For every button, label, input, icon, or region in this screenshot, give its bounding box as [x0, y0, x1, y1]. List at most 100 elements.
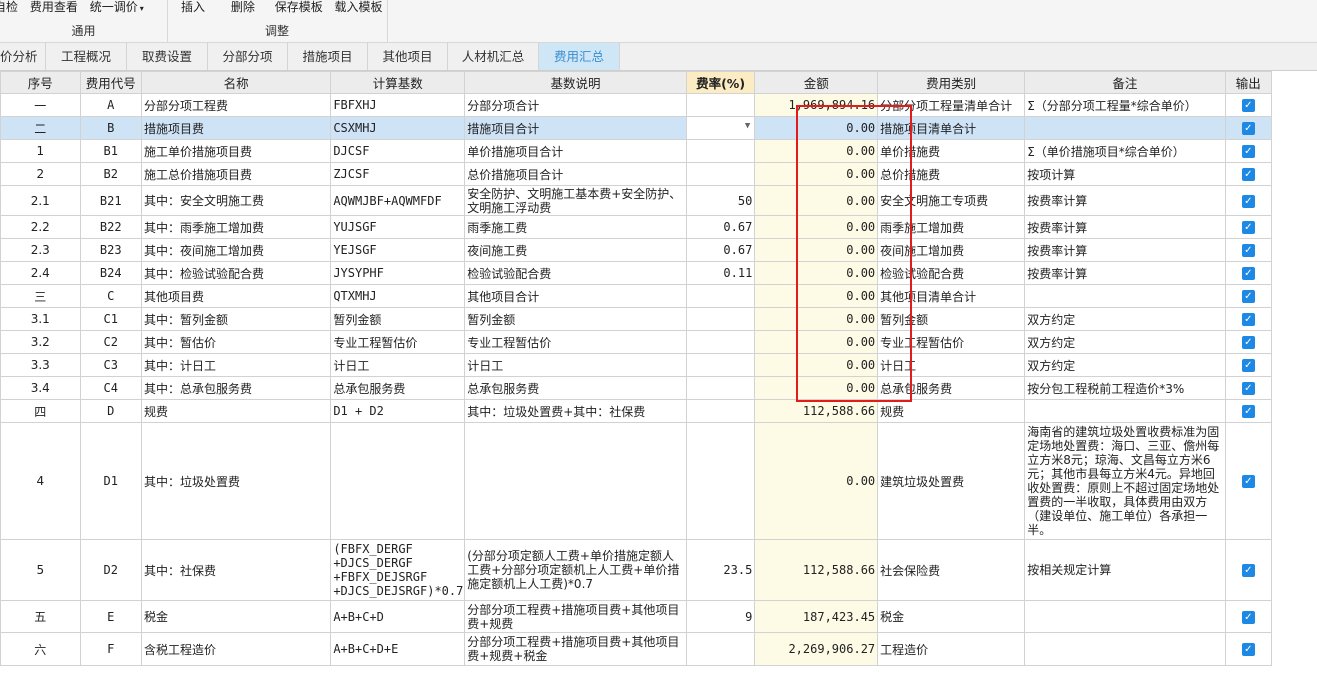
row-name-cell[interactable]: 其中：暂估价	[140, 330, 332, 354]
row-seq-cell[interactable]: 3.3	[0, 353, 81, 377]
checkbox-checked-icon[interactable]: ✓	[1241, 382, 1255, 395]
row-base-cell[interactable]: 总承包服务费	[330, 376, 466, 400]
row-rate-cell[interactable]: 0.67	[685, 238, 756, 262]
row-category-cell[interactable]: 措施项目清单合计	[877, 116, 1026, 140]
tab-other-items[interactable]: 其他项目	[368, 43, 448, 70]
row-desc-cell[interactable]: 其他项目合计	[464, 284, 687, 308]
unified-price-adjust-button[interactable]: 统一调价 ▾	[90, 0, 144, 15]
row-base-cell[interactable]: 计日工	[330, 353, 466, 377]
row-name-cell[interactable]: 其中：计日工	[140, 353, 332, 377]
tab-fee-summary[interactable]: 费用汇总	[539, 43, 620, 70]
row-rate-cell[interactable]: 23.5	[685, 539, 756, 601]
row-desc-cell[interactable]: 计日工	[464, 353, 687, 377]
row-note-cell[interactable]: 按分包工程税前工程造价*3%	[1024, 376, 1226, 400]
row-code-cell[interactable]: E	[79, 600, 142, 633]
row-seq-cell[interactable]: 五	[0, 600, 81, 633]
row-code-cell[interactable]: D2	[79, 539, 142, 601]
row-desc-cell[interactable]: 夜间施工费	[464, 238, 687, 262]
row-seq-cell[interactable]: 二	[0, 116, 81, 140]
column-header-seq[interactable]: 序号	[0, 71, 81, 94]
row-name-cell[interactable]: 含税工程造价	[140, 632, 332, 666]
checkbox-checked-icon[interactable]: ✓	[1241, 336, 1255, 349]
dropdown-arrow-icon[interactable]: ▼	[745, 121, 750, 131]
row-code-cell[interactable]: B24	[79, 261, 142, 285]
row-name-cell[interactable]: 税金	[140, 600, 332, 633]
row-base-cell[interactable]: FBFXHJ	[330, 93, 466, 117]
row-amount-cell[interactable]: 0.00	[754, 116, 879, 140]
row-note-cell[interactable]: 按费率计算	[1024, 215, 1226, 239]
column-header-base[interactable]: 计算基数	[330, 71, 466, 94]
column-header-rate[interactable]: 费率(%)	[685, 71, 756, 94]
tab-fee-settings[interactable]: 取费设置	[127, 43, 208, 70]
row-code-cell[interactable]: D	[79, 399, 142, 423]
checkbox-checked-icon[interactable]: ✓	[1241, 610, 1255, 624]
row-name-cell[interactable]: 其中：总承包服务费	[140, 376, 332, 400]
row-amount-cell[interactable]: 187,423.45	[754, 600, 879, 633]
checkbox-checked-icon[interactable]: ✓	[1241, 221, 1255, 234]
row-amount-cell[interactable]: 0.00	[754, 238, 879, 262]
row-category-cell[interactable]: 计日工	[877, 353, 1026, 377]
table-row[interactable]: 1 B1 施工单价措施项目费 DJCSF 单价措施项目合计 0.00 单价措施费 Σ（单价措施…	[0, 139, 1273, 163]
row-category-cell[interactable]: 雨季施工增加费	[877, 215, 1026, 239]
row-amount-cell[interactable]: 0.00	[754, 353, 879, 377]
row-code-cell[interactable]: B2	[79, 162, 142, 186]
row-code-cell[interactable]: C	[79, 284, 142, 308]
row-category-cell[interactable]: 工程造价	[877, 632, 1026, 666]
row-code-cell[interactable]: C4	[79, 376, 142, 400]
row-base-cell[interactable]: A+B+C+D	[330, 600, 466, 633]
row-code-cell[interactable]: B22	[79, 215, 142, 239]
row-amount-cell[interactable]: 0.00	[754, 185, 879, 216]
row-rate-cell[interactable]: 9	[685, 600, 756, 633]
row-amount-cell[interactable]: 0.00	[754, 307, 879, 331]
checkbox-checked-icon[interactable]: ✓	[1241, 359, 1255, 372]
row-name-cell[interactable]: 其中：检验试验配合费	[140, 261, 332, 285]
row-desc-cell[interactable]: 专业工程暂估价	[464, 330, 687, 354]
row-base-cell[interactable]: YEJSGF	[330, 238, 466, 262]
row-code-cell[interactable]: B	[79, 116, 142, 140]
row-rate-cell[interactable]	[685, 93, 756, 117]
row-category-cell[interactable]: 分部分项工程量清单合计	[877, 93, 1026, 117]
row-desc-cell[interactable]: 分部分项合计	[464, 93, 687, 117]
row-rate-cell[interactable]: 0.67	[685, 215, 756, 239]
checkbox-checked-icon[interactable]: ✓	[1241, 475, 1255, 488]
row-amount-cell[interactable]: 1,969,894.16	[754, 93, 879, 117]
row-note-cell[interactable]	[1024, 632, 1226, 666]
tab-project-overview[interactable]: 工程概况	[46, 43, 127, 70]
row-rate-cell[interactable]	[685, 139, 756, 163]
row-seq-cell[interactable]: 一	[0, 93, 81, 117]
row-amount-cell[interactable]: 0.00	[754, 376, 879, 400]
column-header-note[interactable]: 备注	[1024, 71, 1226, 94]
row-seq-cell[interactable]: 2.1	[0, 185, 81, 216]
row-rate-cell[interactable]	[685, 399, 756, 423]
table-row[interactable]: 2.3 B23 其中：夜间施工增加费 YEJSGF 夜间施工费 0.67 0.00 夜间施工增…	[0, 238, 1273, 262]
row-code-cell[interactable]: C3	[79, 353, 142, 377]
row-desc-cell[interactable]: 检验试验配合费	[464, 261, 687, 285]
row-amount-cell[interactable]: 0.00	[754, 284, 879, 308]
row-category-cell[interactable]: 暂列金额	[877, 307, 1026, 331]
table-row[interactable]: 3.2 C2 其中：暂估价 专业工程暂估价 专业工程暂估价 0.00 专业工程暂估价 双方约定…	[0, 330, 1273, 354]
row-seq-cell[interactable]: 4	[0, 422, 81, 540]
row-category-cell[interactable]: 专业工程暂估价	[877, 330, 1026, 354]
row-desc-cell[interactable]: 措施项目合计	[464, 116, 687, 140]
row-base-cell[interactable]: 专业工程暂估价	[330, 330, 466, 354]
row-note-cell[interactable]	[1024, 600, 1226, 633]
row-category-cell[interactable]: 建筑垃圾处置费	[877, 422, 1026, 540]
row-amount-cell[interactable]: 0.00	[754, 162, 879, 186]
row-category-cell[interactable]: 总承包服务费	[877, 376, 1026, 400]
row-base-cell[interactable]	[330, 422, 466, 540]
table-row[interactable]: 六 F 含税工程造价 A+B+C+D+E 分部分项工程费+措施项目费+其他项目费+规费+…	[0, 632, 1273, 666]
table-row[interactable]: 五 E 税金 A+B+C+D 分部分项工程费+措施项目费+其他项目费+规费 9 187,42…	[0, 600, 1273, 633]
row-seq-cell[interactable]: 2	[0, 162, 81, 186]
row-rate-cell[interactable]	[685, 353, 756, 377]
row-note-cell[interactable]: 按费率计算	[1024, 238, 1226, 262]
checkbox-checked-icon[interactable]: ✓	[1241, 244, 1255, 257]
insert-button[interactable]: 插入	[181, 0, 205, 15]
checkbox-checked-icon[interactable]: ✓	[1241, 313, 1255, 326]
row-category-cell[interactable]: 税金	[877, 600, 1026, 633]
row-note-cell[interactable]: 海南省的建筑垃圾处置收费标准为固定场地处置费：海口、三亚、儋州每立方米8元；琼海…	[1024, 422, 1226, 540]
checkbox-checked-icon[interactable]: ✓	[1241, 99, 1255, 112]
checkbox-checked-icon[interactable]: ✓	[1241, 267, 1255, 280]
row-seq-cell[interactable]: 六	[0, 632, 81, 666]
row-code-cell[interactable]: B1	[79, 139, 142, 163]
row-desc-cell[interactable]: 总承包服务费	[464, 376, 687, 400]
